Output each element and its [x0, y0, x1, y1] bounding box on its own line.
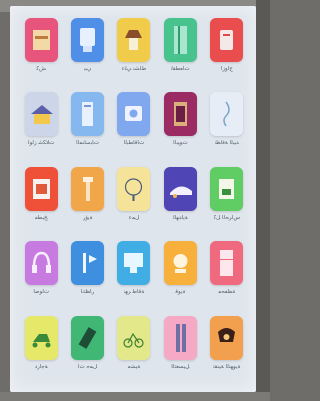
app-label: ﺔﻴﺸﻣ: [127, 363, 141, 370]
app-coffee-machine[interactable]: ﺱﺍﺮﺤﻟﺍ ﻞﻛ: [204, 163, 250, 237]
app-scooter[interactable]: ﺔﺟﺍﺭﺩ: [18, 312, 64, 386]
app-label: ﺕﻮﻴﺒﻟﺍ: [173, 140, 188, 147]
headphones-icon[interactable]: [24, 241, 58, 286]
app-label: ﻞﻴﺴﻐﺘﻟﺍ: [171, 363, 190, 370]
app-scale[interactable]: ﺔﻳﻮﻗ: [157, 237, 203, 311]
app-shower[interactable]: ﺕﺎﻌﻄﻘﻟ: [157, 14, 203, 88]
house-icon[interactable]: [24, 92, 58, 137]
app-label: ﺔﻳﺍﺪﻬﻟﺍ: [173, 214, 188, 221]
app-label: ﺔﻳﺅﺭ: [82, 214, 93, 221]
kettle-icon[interactable]: [210, 18, 244, 62]
app-label: ﺭﺎﻈﺘﻧﺍ: [80, 289, 95, 296]
app-headphones[interactable]: ﺕﺍﻮﺻﺃ: [18, 237, 64, 311]
app-label: ﻞﻤﻋ: [128, 214, 140, 221]
fan-icon[interactable]: [117, 166, 151, 211]
tools-icon[interactable]: [71, 241, 105, 286]
app-lamp-shade[interactable]: ﺔﻳﻮﻬﺘﻟﺍ ﺔﻴﻨﻘﺗ: [204, 312, 250, 386]
app-card[interactable]: ﺕﺎﻗﺎﻄﺒﻟﺍ: [111, 88, 157, 162]
hook-icon[interactable]: [210, 92, 244, 137]
app-house[interactable]: ﺕﻼﻜﺷ ﺯﺍﻮﻟ: [18, 88, 64, 162]
app-pillar[interactable]: ﻞﻴﺴﻐﺘﻟﺍ: [157, 312, 203, 386]
app-grid: ﺶﻛ ﻲﺒﺑ ﻁﺎﺸﻧ ﻲﻠﻋ ﺕﺎﻌﻄﻘﻟ ﺝﺍﻭﺯﺃ ﺕﻼﻜﺷ ﺯﺍﻮﻟ ﺕﺎﺒﺳﺎﻨﻤ…: [18, 14, 250, 386]
app-label: ﺱﺍﺮﺤﻟﺍ ﻞﻛ: [213, 214, 241, 221]
scale-icon[interactable]: [163, 241, 197, 286]
app-label: ﺕﻼﻜﺷ ﺯﺍﻮﻟ: [27, 140, 55, 147]
app-bicycle[interactable]: ﺔﻴﺸﻣ: [111, 312, 157, 386]
app-label: ﺕﺎﻌﻄﻘﻟ: [171, 66, 190, 72]
scooter-icon[interactable]: [24, 315, 58, 360]
app-label: ﺔﻗﺎﻃ ﺮﻬﻧ: [123, 289, 145, 296]
machine-icon[interactable]: [163, 92, 197, 137]
app-fridge[interactable]: ﺔﻈﻔﺤﻣ: [204, 237, 250, 311]
app-lamp[interactable]: ﻁﺎﺸﻧ ﻲﻠﻋ: [111, 14, 157, 88]
app-label: ﺕﺍﻮﺻﺃ: [33, 289, 50, 296]
shower-icon[interactable]: [163, 18, 197, 62]
app-label: ﺝﺍﻭﺯﺃ: [220, 66, 233, 72]
app-building[interactable]: ﺕﺎﺒﺳﺎﻨﻤﻟﺍ: [64, 88, 110, 162]
computer-icon[interactable]: [117, 241, 151, 286]
fridge-icon[interactable]: [210, 241, 244, 286]
card-icon[interactable]: [117, 92, 151, 137]
app-cabinet[interactable]: ﺶﻛ: [18, 14, 64, 88]
app-machine[interactable]: ﺕﻮﻴﺒﻟﺍ: [157, 88, 203, 162]
oven-icon[interactable]: [24, 166, 58, 211]
coffee-machine-icon[interactable]: [210, 166, 244, 211]
lamp-icon[interactable]: [117, 18, 151, 62]
app-drill[interactable]: ﻞﻤﺣ ﺕﺍ: [64, 312, 110, 386]
app-label: ﺔﻳﻮﻬﺘﻟﺍ ﺔﻴﻨﻘﺗ: [213, 363, 241, 370]
app-label: ﻁﺎﺸﻧ ﻲﻠﻋ: [121, 66, 147, 72]
app-fan[interactable]: ﻞﻤﻋ: [111, 163, 157, 237]
app-lamp-post[interactable]: ﺔﻳﺅﺭ: [64, 163, 110, 237]
cabinet-icon[interactable]: [24, 18, 58, 62]
lamp-shade-icon[interactable]: [210, 315, 244, 360]
app-label: ﺕﺎﺒﺳﺎﻨﻤﻟﺍ: [76, 140, 100, 147]
bicycle-icon[interactable]: [117, 315, 151, 360]
app-label: ﺔﻈﻔﺤﻣ: [218, 289, 236, 296]
app-oven[interactable]: ﺦﺒﻄﻣ: [18, 163, 64, 237]
app-label: ﻞﻤﺣ ﺕﺍ: [77, 363, 98, 370]
building-icon[interactable]: [71, 92, 105, 137]
app-label: ﺔﺟﺍﺭﺩ: [34, 363, 48, 370]
app-tools[interactable]: ﺭﺎﻈﺘﻧﺍ: [64, 237, 110, 311]
display-screen: ﺶﻛ ﻲﺒﺑ ﻁﺎﺸﻧ ﻲﻠﻋ ﺕﺎﻌﻄﻘﻟ ﺝﺍﻭﺯﺃ ﺕﻼﻜﺷ ﺯﺍﻮﻟ ﺕﺎﺒﺳﺎﻨﻤ…: [10, 6, 256, 392]
app-kettle[interactable]: ﺝﺍﻭﺯﺃ: [204, 14, 250, 88]
floor: [0, 392, 270, 401]
car-icon[interactable]: [163, 166, 197, 211]
screen-bezel-right: [256, 0, 270, 401]
lamp-post-icon[interactable]: [71, 166, 105, 211]
app-label: ﺦﺒﻄﻣ: [34, 214, 48, 221]
app-computer[interactable]: ﺔﻗﺎﻃ ﺮﻬﻧ: [111, 237, 157, 311]
app-label: ﺶﻛ: [36, 66, 47, 72]
washbasin-icon[interactable]: [71, 18, 105, 62]
pillar-icon[interactable]: [163, 315, 197, 360]
drill-icon[interactable]: [71, 315, 105, 360]
app-hook[interactable]: ﺪﻴﺒﻟﺍ ﺔﻓﺎﻈﻧ: [204, 88, 250, 162]
app-washbasin[interactable]: ﻲﺒﺑ: [64, 14, 110, 88]
app-label: ﺕﺎﻗﺎﻄﺒﻟﺍ: [123, 140, 145, 147]
app-label: ﺔﻳﻮﻗ: [175, 289, 186, 296]
app-label: ﻲﺒﺑ: [83, 66, 92, 72]
app-car[interactable]: ﺔﻳﺍﺪﻬﻟﺍ: [157, 163, 203, 237]
app-label: ﺪﻴﺒﻟﺍ ﺔﻓﺎﻈﻧ: [214, 140, 240, 147]
